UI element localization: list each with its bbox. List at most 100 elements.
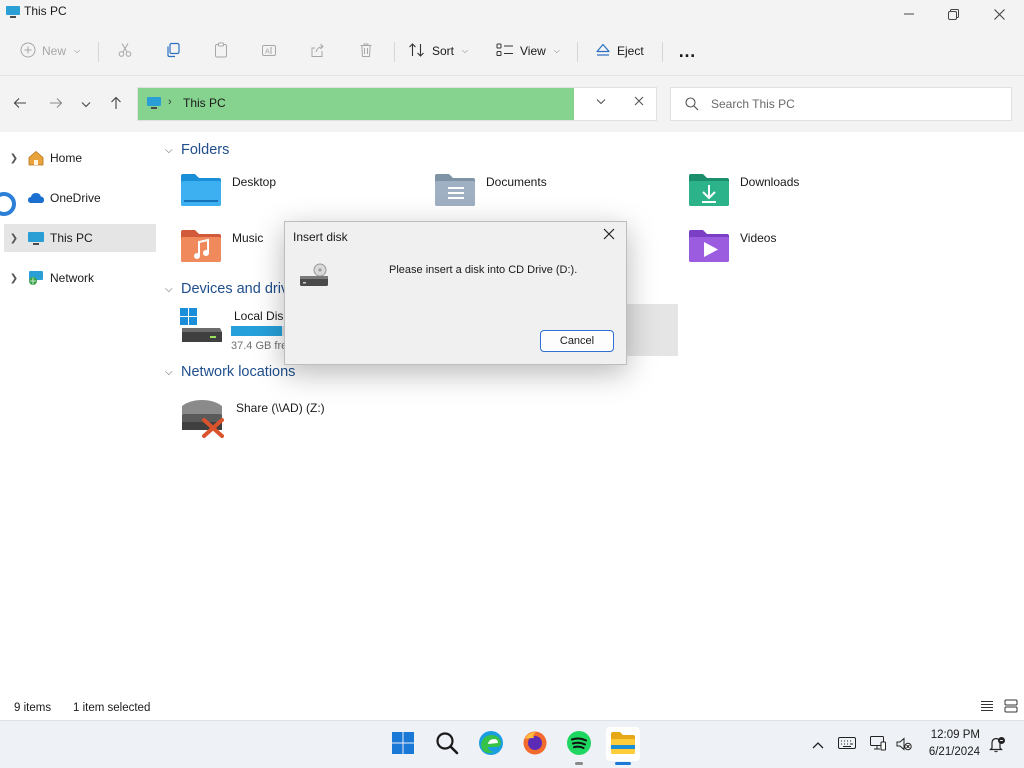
sidebar-item-onedrive[interactable]: OneDrive <box>4 184 156 212</box>
close-button[interactable] <box>976 0 1022 28</box>
more-options-button[interactable]: … <box>678 36 697 66</box>
back-button[interactable] <box>10 94 30 114</box>
search-icon <box>435 731 459 758</box>
windows-logo-icon <box>391 731 415 758</box>
search-icon <box>685 97 699 114</box>
trash-icon <box>358 42 374 61</box>
devices-section-header[interactable]: ⌵ Devices and driv <box>165 281 288 297</box>
window-title: This PC <box>24 4 67 18</box>
delete-button[interactable] <box>358 36 374 66</box>
eject-button[interactable]: Eject <box>595 36 644 66</box>
cloud-icon <box>24 192 48 204</box>
address-history-button[interactable] <box>596 96 606 108</box>
recent-locations-button[interactable] <box>76 94 96 114</box>
sidebar-item-label: Home <box>50 151 83 165</box>
folder-name: Desktop <box>232 175 277 189</box>
up-button[interactable] <box>106 94 126 114</box>
network-share-z[interactable]: Share (\\AD) (Z:) <box>180 398 325 441</box>
sidebar-item-this-pc[interactable]: ❯ This PC <box>4 224 156 252</box>
arrow-up-icon <box>110 96 122 113</box>
folder-desktop[interactable]: Desktop <box>180 172 276 211</box>
cut-button[interactable] <box>117 36 133 66</box>
videos-folder-icon <box>688 228 730 267</box>
rename-icon: A <box>261 42 277 61</box>
clock-time[interactable]: 12:09 PM <box>900 729 980 741</box>
eject-label: Eject <box>617 44 644 58</box>
copy-button[interactable] <box>165 36 181 66</box>
address-bar[interactable]: › This PC <box>137 87 657 121</box>
display-icon[interactable] <box>870 735 886 754</box>
cd-drive-icon <box>298 262 330 293</box>
details-view-button[interactable] <box>980 700 994 715</box>
documents-folder-icon <box>434 172 476 211</box>
file-explorer-app[interactable] <box>606 727 640 761</box>
firefox-icon <box>522 730 548 759</box>
close-icon[interactable] <box>634 94 644 109</box>
network-locations-section-header[interactable]: ⌵ Network locations <box>165 364 295 380</box>
insert-disk-dialog: Insert disk Please insert a disk into CD… <box>284 221 627 365</box>
folder-music[interactable]: Music <box>180 228 263 267</box>
sidebar-item-label: OneDrive <box>50 191 101 205</box>
minimize-button[interactable] <box>886 0 932 28</box>
folder-videos[interactable]: Videos <box>688 228 776 267</box>
folder-documents[interactable]: Documents <box>434 172 547 211</box>
dialog-close-button[interactable] <box>603 227 615 244</box>
sidebar-item-network[interactable]: ❯ Network <box>4 264 156 292</box>
paste-button[interactable] <box>213 36 229 66</box>
drive-usage-bar <box>231 326 291 336</box>
restore-button[interactable] <box>930 0 976 28</box>
folder-downloads[interactable]: Downloads <box>688 172 799 211</box>
start-button[interactable] <box>386 727 420 761</box>
disconnected-network-drive-icon <box>180 398 226 441</box>
view-button[interactable]: View ⌵ <box>496 36 560 66</box>
notifications-icon[interactable] <box>988 736 1006 757</box>
show-hidden-icons-button[interactable] <box>812 738 824 752</box>
copy-icon <box>165 42 181 61</box>
clipboard-icon <box>213 42 229 61</box>
new-button[interactable]: New ⌵ <box>20 36 80 66</box>
dialog-title: Insert disk <box>293 230 348 244</box>
edge-app[interactable] <box>474 727 508 761</box>
network-icon <box>24 270 48 286</box>
navigation-pane: ❯ Home OneDrive ❯ This PC ❯ Network <box>0 132 160 692</box>
share-button[interactable] <box>309 36 325 66</box>
view-icon <box>496 43 514 60</box>
sidebar-item-home[interactable]: ❯ Home <box>4 144 156 172</box>
edge-icon <box>478 730 504 759</box>
search-input[interactable]: Search This PC <box>670 87 1012 121</box>
folder-name: Music <box>232 231 264 245</box>
view-label: View <box>520 44 546 58</box>
clock-date[interactable]: 6/21/2024 <box>900 746 980 758</box>
breadcrumb-this-pc[interactable]: This PC <box>183 96 226 110</box>
forward-button[interactable] <box>46 94 66 114</box>
share-icon <box>309 42 325 61</box>
rename-button[interactable]: A <box>261 36 277 66</box>
plus-icon <box>20 42 36 61</box>
scissors-icon <box>117 42 133 61</box>
tiles-view-button[interactable] <box>1004 699 1018 716</box>
taskbar-search-button[interactable] <box>430 727 464 761</box>
search-placeholder: Search This PC <box>711 97 795 111</box>
toolbar-divider <box>98 42 99 62</box>
cancel-button[interactable]: Cancel <box>540 330 614 352</box>
spotify-app[interactable] <box>562 727 596 761</box>
folders-section-header[interactable]: ⌵ Folders <box>165 142 229 158</box>
chevron-down-icon: ⌵ <box>553 46 560 55</box>
chevron-down-icon <box>81 97 91 111</box>
folder-name: Videos <box>740 231 777 245</box>
chevron-down-icon: ⌵ <box>165 283 173 295</box>
chevron-right-icon: ❯ <box>9 152 19 164</box>
desktop-folder-icon <box>180 172 222 211</box>
music-folder-icon <box>180 228 222 267</box>
item-count: 9 items <box>14 702 52 714</box>
firefox-app[interactable] <box>518 727 552 761</box>
keyboard-icon[interactable] <box>838 737 856 752</box>
svg-text:A: A <box>265 48 270 55</box>
dialog-message: Please insert a disk into CD Drive (D:). <box>389 264 578 276</box>
sidebar-item-label: This PC <box>50 231 93 245</box>
section-title: Folders <box>181 142 230 158</box>
breadcrumb-chevron-icon: › <box>168 96 172 108</box>
sort-button[interactable]: Sort ⌵ <box>408 36 468 66</box>
new-label: New <box>42 44 67 58</box>
more-icon: … <box>678 40 697 61</box>
